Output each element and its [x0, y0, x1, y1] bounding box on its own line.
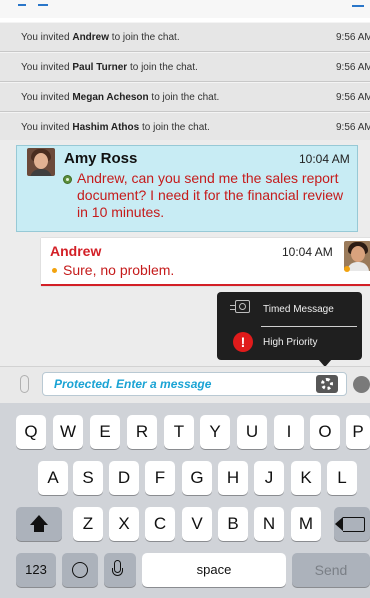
key-u[interactable]: U — [237, 415, 267, 449]
system-message-text: You invited Megan Acheson to join the ch… — [21, 92, 220, 103]
message-options-popup: Timed Message ! High Priority — [217, 292, 362, 360]
system-message-row: You invited Andrew to join the chat. 9:5… — [0, 22, 370, 52]
emoji-face-icon — [72, 562, 88, 578]
key-f[interactable]: F — [145, 461, 175, 495]
space-key[interactable]: space — [142, 553, 286, 587]
emoji-icon[interactable] — [353, 376, 370, 393]
key-k[interactable]: K — [291, 461, 321, 495]
key-p[interactable]: P — [346, 415, 370, 449]
key-w[interactable]: W — [53, 415, 83, 449]
system-message-list: You invited Andrew to join the chat. 9:5… — [0, 22, 370, 142]
shift-key[interactable] — [16, 507, 62, 541]
system-message-text: You invited Paul Turner to join the chat… — [21, 62, 198, 73]
message-options-button[interactable] — [316, 375, 338, 393]
key-n[interactable]: N — [254, 507, 284, 541]
keyboard: Q W E R T Y U I O P A S D F G H J K L Z … — [0, 403, 370, 598]
key-x[interactable]: X — [109, 507, 139, 541]
emoji-key[interactable] — [62, 553, 98, 587]
key-e[interactable]: E — [90, 415, 120, 449]
system-message-time: 9:56 AM — [336, 92, 370, 103]
send-key[interactable]: Send — [292, 553, 370, 587]
key-o[interactable]: O — [310, 415, 340, 449]
system-message-text: You invited Hashim Athos to join the cha… — [21, 122, 210, 133]
backspace-icon — [335, 516, 365, 532]
key-b[interactable]: B — [218, 507, 248, 541]
message-text: Andrew, can you send me the sales report… — [77, 170, 344, 220]
incoming-message-bubble[interactable]: Amy Ross 10:04 AM Andrew, can you send m… — [16, 145, 358, 232]
invited-user-name: Andrew — [72, 32, 110, 43]
compose-icon[interactable] — [352, 0, 364, 7]
key-y[interactable]: Y — [200, 415, 230, 449]
key-g[interactable]: G — [182, 461, 212, 495]
message-text: Sure, no problem. — [63, 262, 175, 278]
presence-status-icon — [344, 266, 350, 272]
backspace-key[interactable] — [334, 507, 370, 541]
key-q[interactable]: Q — [16, 415, 46, 449]
invited-user-name: Megan Acheson — [72, 92, 149, 103]
gear-icon — [321, 378, 333, 390]
numbers-key[interactable]: 123 — [16, 553, 56, 587]
invited-user-name: Hashim Athos — [72, 122, 140, 133]
timed-message-option[interactable]: Timed Message — [217, 294, 362, 326]
message-time: 10:04 AM — [282, 245, 333, 259]
invited-user-name: Paul Turner — [72, 62, 128, 73]
timed-message-label: Timed Message — [263, 304, 334, 315]
avatar[interactable] — [27, 148, 55, 176]
message-time: 10:04 AM — [299, 152, 350, 166]
system-message-text: You invited Andrew to join the chat. — [21, 32, 180, 43]
message-status-icon — [52, 268, 57, 273]
top-nav-bar — [0, 0, 370, 18]
presence-status-icon — [63, 175, 72, 184]
message-composer — [0, 366, 370, 403]
high-priority-icon: ! — [233, 332, 253, 352]
key-v[interactable]: V — [182, 507, 212, 541]
key-t[interactable]: T — [164, 415, 194, 449]
shift-icon — [30, 515, 48, 525]
key-i[interactable]: I — [274, 415, 304, 449]
key-a[interactable]: A — [38, 461, 68, 495]
system-message-time: 9:56 AM — [336, 62, 370, 73]
key-d[interactable]: D — [109, 461, 139, 495]
key-c[interactable]: C — [145, 507, 175, 541]
system-message-row: You invited Hashim Athos to join the cha… — [0, 112, 370, 142]
key-m[interactable]: M — [291, 507, 321, 541]
nav-back-icon[interactable] — [18, 0, 78, 10]
key-z[interactable]: Z — [73, 507, 103, 541]
message-input[interactable] — [42, 372, 347, 396]
system-message-time: 9:56 AM — [336, 122, 370, 133]
system-message-row: You invited Paul Turner to join the chat… — [0, 52, 370, 82]
outgoing-message-bubble[interactable]: Andrew 10:04 AM Sure, no problem. — [41, 238, 370, 286]
high-priority-label: High Priority — [263, 337, 318, 348]
timed-message-icon — [230, 300, 252, 318]
dictation-key[interactable] — [104, 553, 136, 587]
key-r[interactable]: R — [127, 415, 157, 449]
key-l[interactable]: L — [327, 461, 357, 495]
key-s[interactable]: S — [73, 461, 103, 495]
system-message-time: 9:56 AM — [336, 32, 370, 43]
system-message-row: You invited Megan Acheson to join the ch… — [0, 82, 370, 112]
key-h[interactable]: H — [218, 461, 248, 495]
attachment-icon[interactable] — [20, 375, 29, 393]
message-sender-name: Amy Ross — [64, 150, 138, 167]
key-j[interactable]: J — [254, 461, 284, 495]
message-sender-name: Andrew — [50, 243, 102, 259]
high-priority-option[interactable]: ! High Priority — [217, 327, 362, 359]
